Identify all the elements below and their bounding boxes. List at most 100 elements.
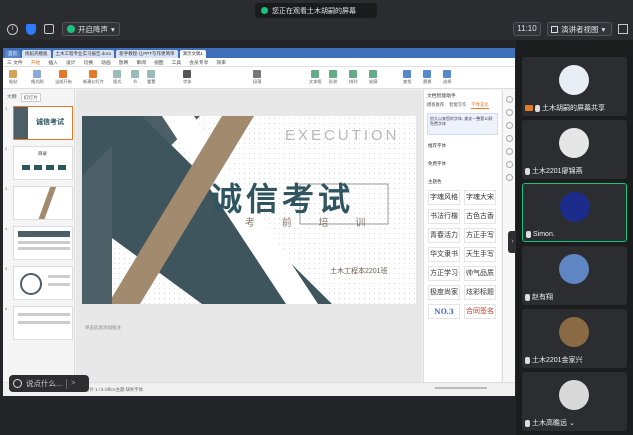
ribbon-shape[interactable]: 形状 xyxy=(329,70,337,85)
ribbon-textbox[interactable]: 文本框 xyxy=(309,70,322,85)
ribbon-section[interactable]: 节 xyxy=(131,70,139,85)
ribbon-replace[interactable]: 替换 xyxy=(423,70,431,85)
speaker-view-button[interactable]: 演讲者视图 ▾ xyxy=(547,22,612,36)
tool-icon[interactable] xyxy=(505,122,513,129)
thumbnail-slide[interactable] xyxy=(13,266,73,300)
tool-icon[interactable] xyxy=(505,109,513,116)
participant-card[interactable]: 土木高瞻远 ⌄ xyxy=(522,372,627,431)
tab-smart-writing[interactable]: 智能写作 xyxy=(449,102,466,109)
font-option[interactable]: NO.3 xyxy=(428,304,460,319)
ribbon-new-slide[interactable]: 新建幻灯片 xyxy=(83,70,104,85)
font-option[interactable]: 炫彩标题 xyxy=(464,285,496,300)
thumbnail-slide[interactable]: 诚信考试 xyxy=(13,106,73,140)
participant-name: 土木高瞻远 xyxy=(532,420,567,427)
notes-placeholder[interactable]: 单击此处添加备注 xyxy=(82,322,416,334)
thumbnail-slide[interactable] xyxy=(13,306,73,340)
slide-execution-text: EXECUTION xyxy=(285,127,400,144)
font-option[interactable]: 字魂大宋 xyxy=(464,190,496,205)
ribbon-arrange[interactable]: 排列 xyxy=(349,70,357,85)
emoji-icon[interactable] xyxy=(13,379,22,388)
participant-card[interactable]: 赵有翔 xyxy=(522,246,627,305)
font-option[interactable]: 字魂风格 xyxy=(428,190,460,205)
thumbnail-row[interactable]: 2 目录 xyxy=(5,146,73,180)
font-option[interactable]: 方正学习 xyxy=(428,266,460,281)
menu-view[interactable]: 视图 xyxy=(154,59,164,66)
thumbnail-row[interactable]: 6 xyxy=(5,306,73,340)
participant-card[interactable]: 土木2201廖锦燕 xyxy=(522,120,627,179)
participant-card[interactable]: 土木胡嗣的屏幕共享 xyxy=(522,57,627,116)
menu-transition[interactable]: 切换 xyxy=(84,59,94,66)
participant-name-row: 土木2201金家兴 xyxy=(525,355,583,365)
thumbnail-slide[interactable] xyxy=(13,186,73,220)
font-option[interactable]: 天生手写 xyxy=(464,247,496,262)
font-option[interactable]: 极度尚家 xyxy=(428,285,460,300)
tab-home[interactable]: 首页 xyxy=(5,50,20,58)
info-icon[interactable]: i xyxy=(7,23,18,35)
font-option[interactable]: 青春活力 xyxy=(428,228,460,243)
thumbnail-row[interactable]: 5 xyxy=(5,266,73,300)
thumbnail-slide[interactable] xyxy=(13,226,73,260)
menu-slideshow[interactable]: 放映 xyxy=(119,59,129,66)
menu-review[interactable]: 审阅 xyxy=(136,59,146,66)
slide-class-label[interactable]: 土木工程本2201班 xyxy=(330,266,388,276)
security-shield-icon[interactable] xyxy=(26,23,36,35)
chevron-right-icon[interactable]: > xyxy=(71,380,75,387)
menu-design[interactable]: 设计 xyxy=(66,59,76,66)
menu-insert[interactable]: 插入 xyxy=(48,59,58,66)
ribbon-find[interactable]: 查找 xyxy=(403,70,411,85)
thumbnail-row[interactable]: 3 xyxy=(5,186,73,220)
ribbon-start-current[interactable]: 当前开始 xyxy=(55,70,72,85)
reset-icon xyxy=(147,70,156,78)
font-option[interactable]: 古色古香 xyxy=(464,209,496,224)
tab-presentation[interactable]: 演示文稿1 xyxy=(179,50,207,58)
thumbnail-slide[interactable]: 目录 xyxy=(13,146,73,180)
font-option[interactable]: 合同签名 xyxy=(464,304,496,319)
menu-member[interactable]: 会员专享 xyxy=(189,59,208,66)
menu-animation[interactable]: 动画 xyxy=(101,59,111,66)
tab-templates[interactable]: 找稻壳模板 xyxy=(22,50,51,58)
menu-efficiency[interactable]: 效率 xyxy=(216,59,226,66)
current-slide[interactable]: EXECUTION 诚信考试 考 前 培 训 土木工程本2201班 xyxy=(82,116,416,304)
tool-icon[interactable] xyxy=(505,96,513,103)
ribbon-paste[interactable]: 粘贴 xyxy=(9,70,17,85)
chat-placeholder: 说点什么... xyxy=(26,379,63,388)
ribbon-select[interactable]: 选择 xyxy=(443,70,451,85)
slide-subtitle[interactable]: 考 前 培 训 xyxy=(245,214,377,229)
layout-grid-icon[interactable] xyxy=(44,24,54,34)
menu-tools[interactable]: 工具 xyxy=(172,59,182,66)
tab-font-beautify[interactable]: 字体美化 xyxy=(471,102,489,109)
tab-tutorial[interactable]: 新手教程-让PPT写作更简单 xyxy=(116,50,178,58)
tab-template-recommend[interactable]: 模板推荐 xyxy=(427,102,444,109)
noise-reduction-button[interactable]: 开启降声 ▾ xyxy=(62,22,120,36)
participant-name-row: 赵有翔 xyxy=(525,292,553,302)
participant-card[interactable]: 土木2201金家兴 xyxy=(522,309,627,368)
participant-card[interactable]: Simon. xyxy=(522,183,627,242)
tool-icon[interactable] xyxy=(505,161,513,168)
screen-share-notice[interactable]: 您正在观看土木胡嗣的屏幕 xyxy=(255,3,377,18)
ribbon-font[interactable]: 字体 xyxy=(183,70,191,85)
tab-outline[interactable]: 大纲 xyxy=(7,93,17,102)
chat-input-bubble[interactable]: 说点什么... > xyxy=(9,375,89,392)
font-option[interactable]: 方正手写 xyxy=(464,228,496,243)
menu-home[interactable]: 开始 xyxy=(31,59,41,66)
font-option[interactable]: 书法行楷 xyxy=(428,209,460,224)
font-option[interactable]: 华文隶书 xyxy=(428,247,460,262)
ribbon-paragraph[interactable]: 段落 xyxy=(253,70,261,85)
font-option[interactable]: 帅气品质 xyxy=(464,266,496,281)
tool-icon[interactable] xyxy=(505,174,513,181)
ribbon-outline[interactable]: 轮廓 xyxy=(369,70,377,85)
tab-report-doc[interactable]: 土木工程专业实习报告.docx xyxy=(52,50,115,58)
thumbnail-row[interactable]: 4 xyxy=(5,226,73,260)
tab-slides[interactable]: 幻灯片 xyxy=(20,93,42,102)
menu-file[interactable]: 三 文件 xyxy=(7,59,23,66)
thumbnail-row[interactable]: 1 诚信考试 xyxy=(5,106,73,140)
brush-icon xyxy=(33,70,42,78)
chevron-down-icon[interactable]: ⌄ xyxy=(569,419,575,427)
tool-icon[interactable] xyxy=(505,135,513,142)
tool-icon[interactable] xyxy=(505,148,513,155)
ribbon-format-painter[interactable]: 格式刷 xyxy=(31,70,44,85)
maximize-icon[interactable] xyxy=(618,24,628,34)
ribbon-layout[interactable]: 版式 xyxy=(113,70,121,85)
zoom-slider[interactable] xyxy=(435,387,487,389)
ribbon-reset[interactable]: 重置 xyxy=(147,70,155,85)
